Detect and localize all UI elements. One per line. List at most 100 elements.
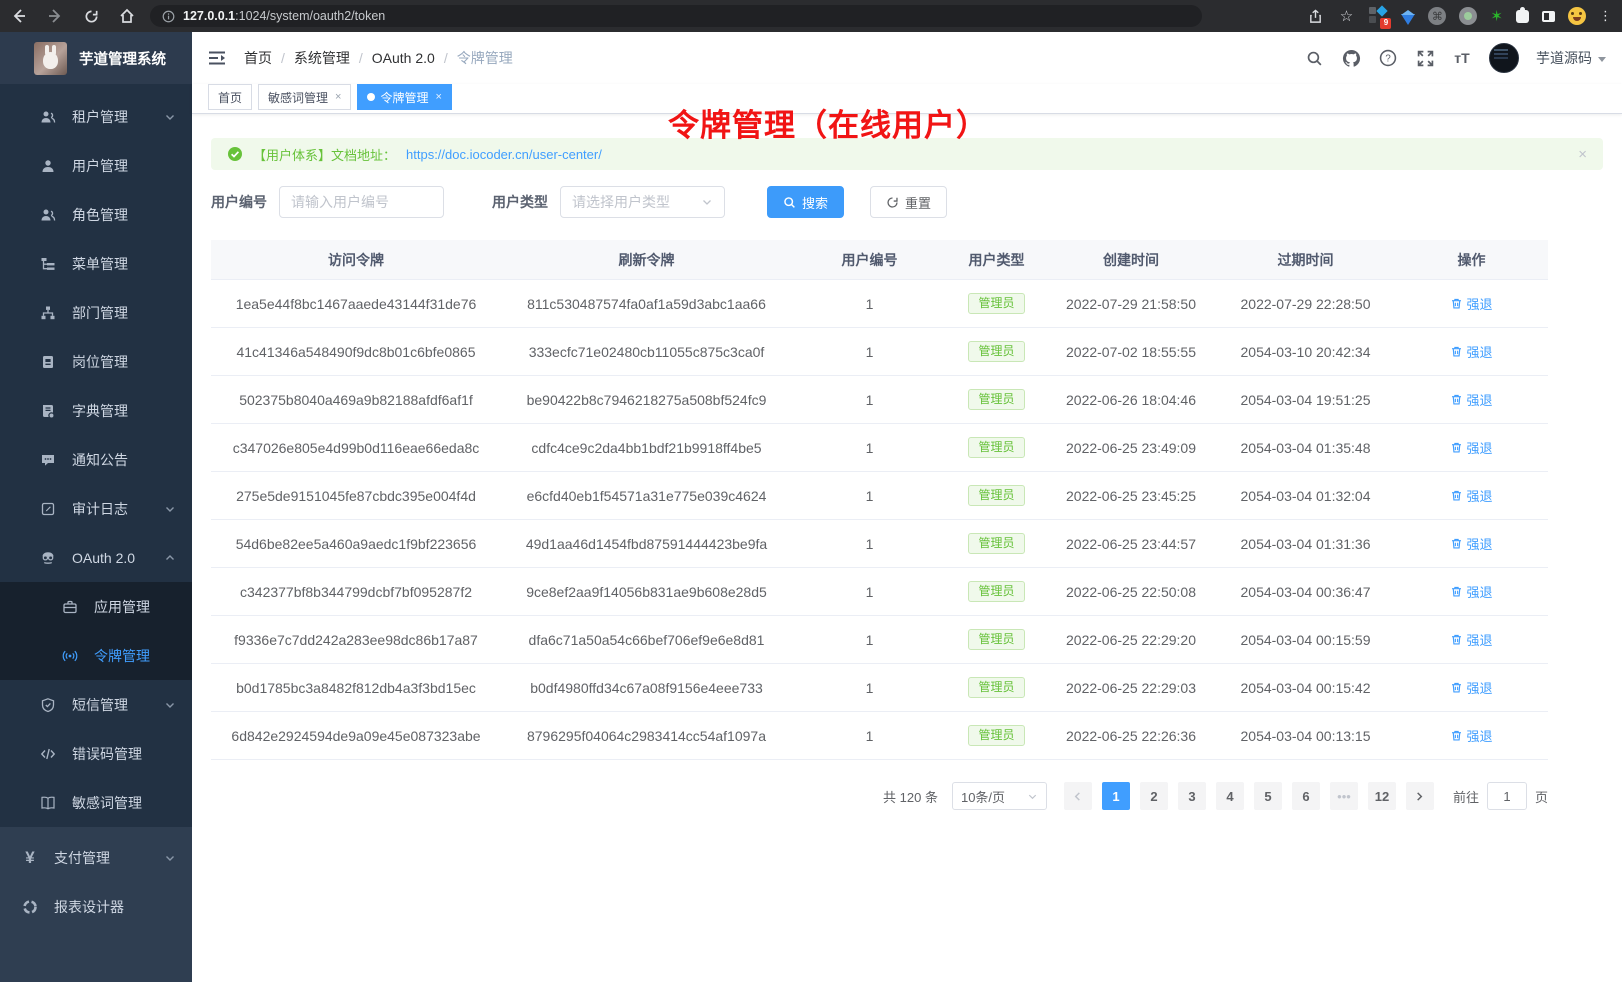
force-logout-button[interactable]: 强退 [1450, 294, 1492, 313]
tab-首页[interactable]: 首页 [208, 84, 252, 110]
force-logout-button[interactable]: 强退 [1450, 534, 1492, 553]
browser-menu-icon[interactable]: ⋮ [1599, 8, 1612, 24]
operation-cell: 强退 [1395, 582, 1548, 601]
help-icon[interactable]: ? [1378, 48, 1398, 68]
operation-cell: 强退 [1395, 534, 1548, 553]
reset-button[interactable]: 重置 [870, 186, 947, 218]
breadcrumb-item[interactable]: OAuth 2.0 [372, 50, 435, 66]
user-id-cell: 1 [792, 680, 947, 696]
profile-avatar-icon[interactable] [1568, 7, 1586, 25]
github-icon[interactable] [1341, 48, 1361, 68]
fullscreen-icon[interactable] [1415, 48, 1435, 68]
create-time-cell: 2022-07-29 21:58:50 [1046, 296, 1216, 312]
user-id-cell: 1 [792, 536, 947, 552]
sidebar-item-部门管理[interactable]: 部门管理 [0, 288, 192, 337]
sidebar-item-菜单管理[interactable]: 菜单管理 [0, 239, 192, 288]
user-menu[interactable]: 芋道源码 [1536, 48, 1606, 68]
breadcrumb-item[interactable]: 系统管理 [294, 48, 350, 68]
forward-icon[interactable] [46, 7, 64, 25]
green-star-extension-icon[interactable]: ✶ [1490, 7, 1503, 25]
tab-label: 首页 [218, 89, 242, 106]
sidebar-item-敏感词管理[interactable]: 敏感词管理 [0, 778, 192, 827]
expire-time-cell: 2054-03-04 01:31:36 [1216, 536, 1395, 552]
page-button-4[interactable]: 4 [1216, 782, 1244, 810]
user-type-badge: 管理员 [968, 533, 1024, 554]
expire-time-cell: 2054-03-04 19:51:25 [1216, 392, 1395, 408]
alert-text: 【用户体系】文档地址： [253, 145, 396, 164]
sidebar-item-字典管理[interactable]: 字典管理 [0, 386, 192, 435]
next-page-button[interactable] [1406, 782, 1434, 810]
sidebar-item-OAuth 2.0[interactable]: OAuth 2.0 [0, 533, 192, 582]
table-row: 6d842e2924594de9a09e45e087323abe8796295f… [211, 712, 1548, 760]
sidebar-item-岗位管理[interactable]: 岗位管理 [0, 337, 192, 386]
sidebar-item-角色管理[interactable]: 角色管理 [0, 190, 192, 239]
page-size-select[interactable]: 10条/页 [952, 782, 1047, 810]
annotation-title: 令牌管理（在线用户） [668, 100, 988, 145]
reload-icon[interactable] [82, 7, 100, 25]
goto-page-input[interactable]: 1 [1487, 782, 1527, 810]
extension-shortcut-icon[interactable]: 9 [1368, 6, 1388, 26]
extensions-puzzle-icon[interactable] [1516, 10, 1529, 23]
app-icon [62, 599, 78, 615]
search-icon[interactable] [1304, 48, 1324, 68]
page-button-2[interactable]: 2 [1140, 782, 1168, 810]
alert-close-icon[interactable]: × [1578, 146, 1587, 163]
command-extension-icon[interactable]: ⌘ [1428, 7, 1446, 25]
page-button-6[interactable]: 6 [1292, 782, 1320, 810]
force-logout-button[interactable]: 强退 [1450, 486, 1492, 505]
force-logout-button[interactable]: 强退 [1450, 582, 1492, 601]
create-time-cell: 2022-06-25 23:45:25 [1046, 488, 1216, 504]
force-logout-button[interactable]: 强退 [1450, 390, 1492, 409]
sidebar-item-审计日志[interactable]: 审计日志 [0, 484, 192, 533]
force-logout-button[interactable]: 强退 [1450, 678, 1492, 697]
back-icon[interactable] [10, 7, 28, 25]
breadcrumb-item[interactable]: 首页 [244, 48, 272, 68]
prev-page-button[interactable] [1064, 782, 1092, 810]
side-panel-icon[interactable] [1542, 11, 1555, 22]
page-button-3[interactable]: 3 [1178, 782, 1206, 810]
page-button-1[interactable]: 1 [1102, 782, 1130, 810]
table-row: f9336e7c7dd242a283ee98dc86b17a87dfa6c71a… [211, 616, 1548, 664]
user-id-input[interactable] [291, 194, 432, 210]
font-size-icon[interactable]: ᴛT [1452, 48, 1472, 68]
tab-close-icon[interactable]: × [335, 91, 341, 103]
sidebar-item-令牌管理[interactable]: 令牌管理 [0, 631, 192, 680]
site-info-icon[interactable] [162, 10, 175, 23]
create-time-cell: 2022-06-25 22:26:36 [1046, 728, 1216, 744]
sidebar-item-报表设计器[interactable]: 报表设计器 [0, 882, 192, 931]
search-button[interactable]: 搜索 [767, 186, 844, 218]
tab-label: 令牌管理 [380, 89, 428, 106]
tab-close-icon[interactable]: × [435, 91, 441, 103]
sidebar-item-通知公告[interactable]: 通知公告 [0, 435, 192, 484]
sidebar-item-用户管理[interactable]: 用户管理 [0, 141, 192, 190]
force-logout-button[interactable]: 强退 [1450, 630, 1492, 649]
tab-令牌管理[interactable]: 令牌管理 × [357, 84, 451, 110]
recorder-extension-icon[interactable] [1459, 7, 1477, 25]
force-logout-button[interactable]: 强退 [1450, 726, 1492, 745]
breadcrumb-separator: / [444, 50, 448, 66]
bookmark-star-icon[interactable]: ☆ [1337, 7, 1355, 25]
collapse-sidebar-icon[interactable] [208, 48, 228, 68]
page-button-12[interactable]: 12 [1368, 782, 1396, 810]
access-token-cell: 275e5de9151045fe87cbdc395e004f4d [211, 488, 501, 504]
address-bar[interactable]: 127.0.0.1:1024/system/oauth2/token [150, 5, 1202, 27]
sidebar-item-错误码管理[interactable]: 错误码管理 [0, 729, 192, 778]
user-avatar[interactable] [1489, 43, 1519, 73]
user-type-badge: 管理员 [968, 293, 1024, 314]
gem-extension-icon[interactable] [1401, 14, 1415, 25]
force-logout-button[interactable]: 强退 [1450, 438, 1492, 457]
force-logout-label: 强退 [1466, 726, 1492, 745]
page-button-5[interactable]: 5 [1254, 782, 1282, 810]
sidebar-item-短信管理[interactable]: 短信管理 [0, 680, 192, 729]
sidebar-item-应用管理[interactable]: 应用管理 [0, 582, 192, 631]
brand[interactable]: 芋道管理系统 [0, 32, 192, 84]
home-icon[interactable] [118, 7, 136, 25]
share-icon[interactable] [1306, 7, 1324, 25]
tab-敏感词管理[interactable]: 敏感词管理× [258, 84, 351, 110]
alert-doc-link[interactable]: https://doc.iocoder.cn/user-center/ [406, 147, 602, 162]
force-logout-button[interactable]: 强退 [1450, 342, 1492, 361]
sidebar-item-租户管理[interactable]: 租户管理 [0, 92, 192, 141]
pager-ellipsis[interactable]: ••• [1330, 782, 1358, 810]
user-type-select[interactable]: 请选择用户类型 [560, 186, 725, 218]
sidebar-item-支付管理[interactable]: ¥支付管理 [0, 833, 192, 882]
